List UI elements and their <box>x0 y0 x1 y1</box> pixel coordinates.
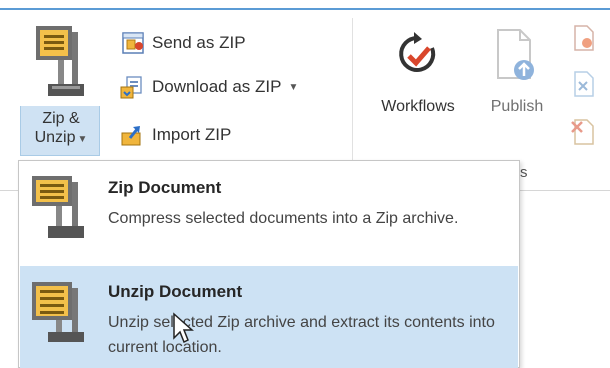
zip-unzip-label-line2: Unzip ▼ <box>34 129 88 146</box>
workflow-icon <box>396 30 440 83</box>
compress-clamp-icon <box>34 24 86 107</box>
publish-icon <box>494 28 538 87</box>
publish-label: Publish <box>490 98 544 115</box>
import-zip-button[interactable]: Import ZIP <box>118 118 231 152</box>
import-zip-icon <box>118 121 146 149</box>
unpublish-icon[interactable] <box>570 116 596 151</box>
chevron-down-icon: ▼ <box>77 134 88 145</box>
zip-unzip-label-line1: Zip & <box>42 110 80 127</box>
unzip-document-icon <box>30 278 90 353</box>
menu-item-description: Compress selected documents into a Zip a… <box>108 210 459 227</box>
menu-item-zip-document[interactable]: Zip Document Compress selected documents… <box>20 162 518 266</box>
discard-checkout-icon[interactable] <box>572 70 596 103</box>
download-zip-icon <box>118 73 146 101</box>
send-as-zip-label: Send as ZIP <box>152 33 246 52</box>
zip-unzip-menu: Zip Document Compress selected documents… <box>18 160 520 368</box>
menu-item-unzip-document[interactable]: Unzip Document Unzip selected Zip archiv… <box>20 266 518 368</box>
group-divider <box>352 18 353 176</box>
group-label: s <box>520 164 528 181</box>
send-zip-icon <box>118 29 146 57</box>
workflows-label: Workflows <box>381 98 455 115</box>
zip-document-icon <box>30 174 90 249</box>
publish-button[interactable]: Publish <box>478 22 556 132</box>
menu-item-description: Unzip selected Zip archive and extract i… <box>108 314 495 356</box>
send-as-zip-button[interactable]: Send as ZIP <box>118 26 246 60</box>
workflows-button[interactable]: Workflows <box>364 22 472 132</box>
mouse-cursor-icon <box>172 312 198 351</box>
zip-unzip-dropdown-trigger[interactable]: Zip & Unzip ▼ <box>20 106 100 156</box>
zip-unzip-button[interactable]: Zip & Unzip ▼ <box>20 18 100 156</box>
download-as-zip-label: Download as ZIP <box>152 77 282 96</box>
approve-reject-icon[interactable] <box>572 24 596 57</box>
download-as-zip-button[interactable]: Download as ZIP ▼ <box>118 70 298 104</box>
chevron-down-icon[interactable]: ▼ <box>288 82 298 93</box>
menu-item-title: Unzip Document <box>108 282 243 301</box>
import-zip-label: Import ZIP <box>152 125 232 144</box>
menu-item-title: Zip Document <box>108 178 222 197</box>
